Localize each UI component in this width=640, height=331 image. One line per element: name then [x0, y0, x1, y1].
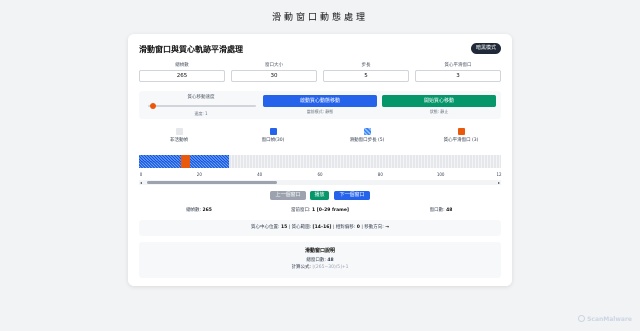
- legend-swatch: [175, 128, 183, 135]
- scroll-right-icon[interactable]: ▸: [498, 180, 500, 185]
- movement-group: 開始質心移動 狀態: 靜止: [382, 95, 496, 115]
- axis-tick-label: 80: [377, 172, 383, 177]
- frame-track[interactable]: [139, 155, 501, 168]
- explanation-title: 滑動窗口說明: [304, 248, 335, 254]
- stats-row: 總幀數: 265 當前窗口: 1 [0–29 frame] 窗口數: 48: [139, 207, 501, 213]
- explanation-panel: 滑動窗口說明 總窗口數: 48 計算公式: ⌊(265−30)/5⌋+1: [139, 242, 501, 278]
- parameter-row: 總幀數 265 窗口大小 30 步長 5 質心平滑窗口 3: [139, 63, 501, 83]
- stat-window-count: 窗口數: 48: [429, 208, 453, 213]
- explanation-formula: 計算公式: ⌊(265−30)/5⌋+1: [291, 265, 349, 270]
- window-size-input[interactable]: 30: [231, 70, 317, 82]
- speed-label: 質心移動速度: [187, 95, 215, 100]
- scroll-left-icon[interactable]: ◂: [140, 180, 142, 185]
- axis-tick-label: 60: [317, 172, 323, 177]
- param-label: 總幀數: [175, 63, 189, 68]
- centroid-info-bar: 質心中心位置: 15 | 質心範圍: [14–16] | 相對偏移: 0 | 移…: [139, 220, 501, 236]
- legend-label: 滑動窗口步長 (5): [349, 138, 385, 143]
- watermark: ScanMalware: [578, 315, 632, 323]
- dark-mode-button[interactable]: 暗黑模式: [470, 43, 501, 54]
- inactive-frame-cell: [497, 155, 501, 168]
- page-title: 滑動窗口動態處理: [271, 13, 368, 23]
- explanation-window-count: 總窗口數: 48: [306, 258, 334, 263]
- scrollbar-thumb[interactable]: [147, 181, 277, 184]
- param-step: 步長 5: [323, 63, 409, 83]
- speed-slider[interactable]: [148, 105, 256, 107]
- speed-control: 質心移動速度 速度: 1: [145, 95, 257, 116]
- horizontal-scrollbar[interactable]: ◂ ▸: [139, 180, 501, 185]
- param-window-size: 窗口大小 30: [231, 63, 317, 83]
- start-movement-button[interactable]: 開始質心移動: [382, 95, 496, 107]
- legend-swatch: [363, 128, 371, 135]
- mode-status: 當前模式: 靜態: [306, 109, 334, 114]
- axis-tick-label: 12: [496, 172, 502, 177]
- legend-label: 非活動幀: [170, 138, 188, 143]
- param-label: 窗口大小: [265, 63, 283, 68]
- legend-item-centroid: 質心平滑窗口 (3): [421, 128, 501, 143]
- legend-swatch: [269, 128, 277, 135]
- prev-window-button[interactable]: 上一個窗口: [270, 191, 306, 200]
- legend-swatch: [457, 128, 465, 135]
- movement-status: 狀態: 靜止: [429, 109, 449, 114]
- axis-tick-label: 0: [139, 172, 143, 177]
- total-frames-input[interactable]: 265: [139, 70, 225, 82]
- step-input[interactable]: 5: [323, 70, 409, 82]
- legend-label: 質心平滑窗口 (3): [443, 138, 479, 143]
- param-smoothing-window: 質心平滑窗口 3: [415, 63, 501, 83]
- legend-item-window: 窗口幀(30): [233, 128, 313, 143]
- control-panel: 質心移動速度 速度: 1 啟動質心動態移動 當前模式: 靜態 開始質心移動 狀態…: [139, 91, 501, 119]
- start-dynamic-button[interactable]: 啟動質心動態移動: [263, 95, 377, 107]
- axis-tick-label: 100: [436, 172, 445, 177]
- param-label: 步長: [361, 63, 371, 68]
- smoothing-window-input[interactable]: 3: [415, 70, 501, 82]
- watermark-logo-icon: [578, 315, 586, 322]
- stat-current-window: 當前窗口: 1 [0–29 frame]: [291, 208, 349, 213]
- speed-value: 速度: 1: [194, 111, 208, 116]
- stat-total-frames: 總幀數: 265: [186, 208, 212, 213]
- frame-axis: 0 20 40 60 80 100 12: [139, 172, 502, 178]
- legend-label: 窗口幀(30): [261, 138, 285, 143]
- legend-item-step: 滑動窗口步長 (5): [327, 128, 407, 143]
- card-title: 滑動窗口與質心軌跡平滑處理: [139, 45, 243, 54]
- play-button[interactable]: 播放: [310, 191, 329, 200]
- speed-slider-thumb[interactable]: [150, 103, 157, 109]
- axis-tick-label: 20: [196, 172, 202, 177]
- main-card: 滑動窗口與質心軌跡平滑處理 暗黑模式 總幀數 265 窗口大小 30 步長 5 …: [128, 34, 512, 286]
- axis-tick-label: 40: [257, 172, 263, 177]
- param-label: 質心平滑窗口: [444, 63, 472, 68]
- legend: 非活動幀 窗口幀(30) 滑動窗口步長 (5) 質心平滑窗口 (3): [139, 128, 501, 146]
- param-total-frames: 總幀數 265: [139, 63, 225, 83]
- legend-item-inactive: 非活動幀: [139, 128, 219, 143]
- next-window-button[interactable]: 下一個窗口: [334, 191, 370, 200]
- dynamic-mode-group: 啟動質心動態移動 當前模式: 靜態: [263, 95, 377, 115]
